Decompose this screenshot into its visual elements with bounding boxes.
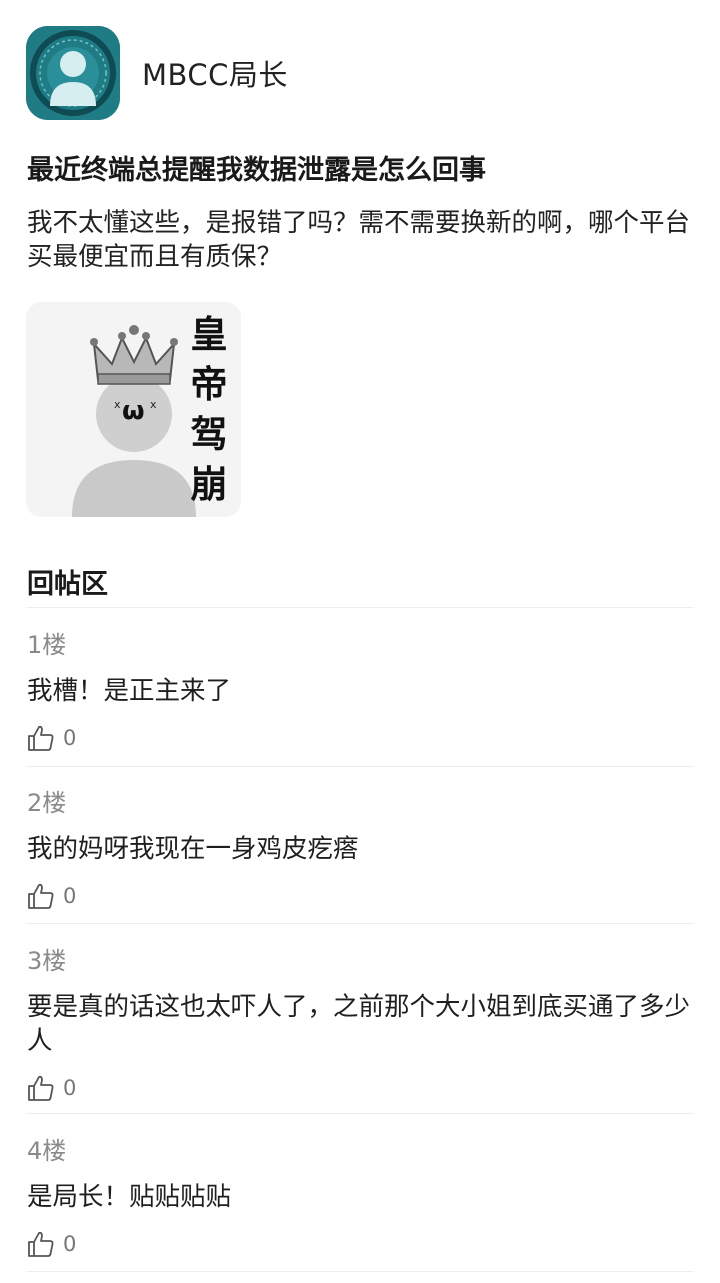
sticker-char: 驾 xyxy=(190,413,228,456)
divider xyxy=(27,766,693,767)
reply-item: 4楼 是局长！贴贴贴贴 0 xyxy=(27,1136,693,1258)
post-body: 我不太懂这些，是报错了吗？需不需要换新的啊，哪个平台买最便宜而且有质保？ xyxy=(27,208,691,272)
reply-floor: 3楼 xyxy=(27,947,67,975)
replies-section-title: 回帖区 xyxy=(27,569,108,600)
svg-text:x: x xyxy=(150,398,157,411)
sticker-image[interactable]: x x ω 皇 帝 驾 崩 xyxy=(26,302,241,517)
like-count: 0 xyxy=(63,1232,77,1256)
reply-item: 1楼 我槽！是正主来了 0 xyxy=(27,630,693,752)
divider xyxy=(27,923,693,924)
username[interactable]: MBCC局长 xyxy=(142,52,288,94)
thumbs-up-icon xyxy=(28,883,54,909)
sticker-char: 崩 xyxy=(190,463,228,506)
divider xyxy=(27,1113,693,1114)
thumbs-up-icon xyxy=(28,725,54,751)
thumbs-up-icon xyxy=(28,1075,54,1101)
reply-text: 我槽！是正主来了 xyxy=(27,676,232,706)
reply-floor: 4楼 xyxy=(27,1137,67,1165)
like-button[interactable]: 0 xyxy=(27,1230,693,1258)
like-count: 0 xyxy=(63,884,77,908)
thumbs-up-icon xyxy=(28,1231,54,1257)
reply-item: 2楼 我的妈呀我现在一身鸡皮疙瘩 0 xyxy=(27,788,693,910)
sticker-char: 皇 xyxy=(190,313,228,356)
reply-text: 我的妈呀我现在一身鸡皮疙瘩 xyxy=(27,834,359,864)
post-header: MBCC局长 xyxy=(26,26,288,120)
avatar[interactable] xyxy=(26,26,120,120)
like-button[interactable]: 0 xyxy=(27,882,693,910)
like-count: 0 xyxy=(63,1076,77,1100)
reply-item: 3楼 要是真的话这也太吓人了，之前那个大小姐到底买通了多少人 0 xyxy=(27,946,693,1102)
reply-text: 要是真的话这也太吓人了，之前那个大小姐到底买通了多少人 xyxy=(27,992,691,1056)
sticker-face: ω xyxy=(122,396,145,426)
post-title: 最近终端总提醒我数据泄露是怎么回事 xyxy=(27,155,486,186)
like-button[interactable]: 0 xyxy=(27,1074,693,1102)
divider xyxy=(27,607,693,608)
like-button[interactable]: 0 xyxy=(27,724,693,752)
divider xyxy=(27,1271,693,1272)
sticker-char: 帝 xyxy=(190,363,228,406)
reply-floor: 1楼 xyxy=(27,631,67,659)
user-silhouette-icon xyxy=(26,26,120,120)
sticker-caption: 皇 帝 驾 崩 xyxy=(187,310,231,510)
like-count: 0 xyxy=(63,726,77,750)
svg-text:x: x xyxy=(114,398,121,411)
reply-floor: 2楼 xyxy=(27,789,67,817)
reply-text: 是局长！贴贴贴贴 xyxy=(27,1182,232,1212)
